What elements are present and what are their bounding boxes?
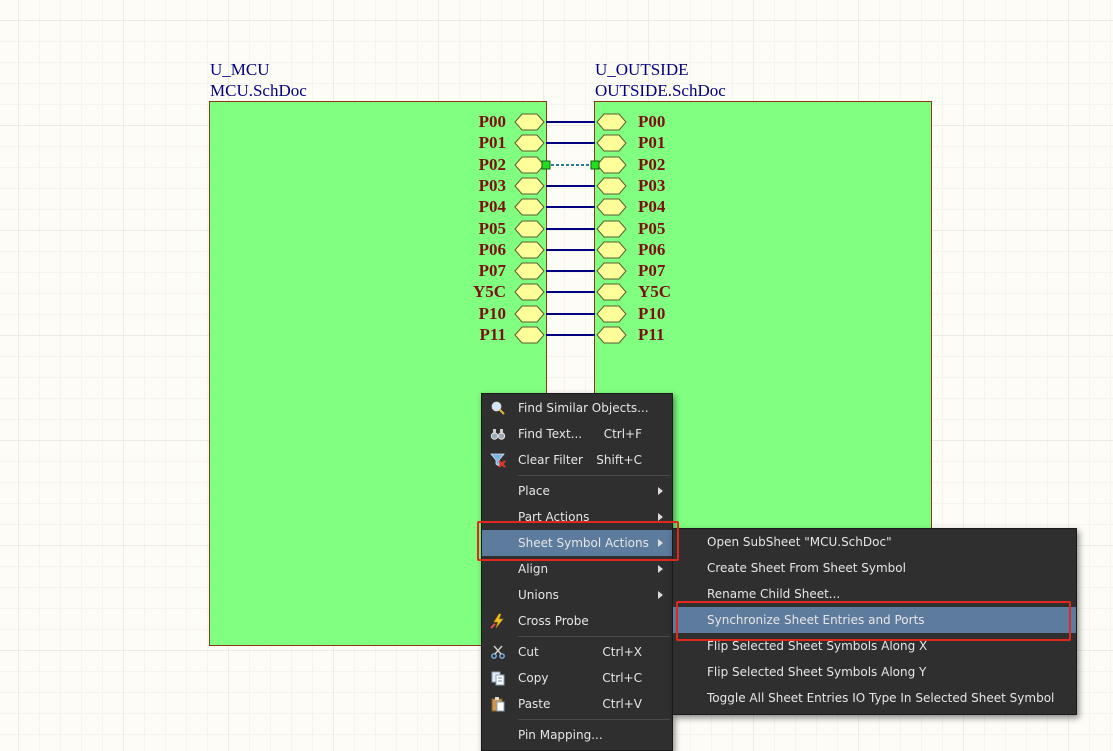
menu-label: Cross Probe	[518, 614, 589, 628]
entry-label-right: Y5C	[638, 282, 672, 301]
entry-label-left: P07	[478, 261, 506, 280]
entry-label-left: P05	[478, 219, 506, 238]
entry-label-right: P02	[638, 155, 666, 174]
entry-label-right: P00	[638, 112, 666, 131]
submenu-arrow-icon	[658, 591, 663, 599]
menu-shortcut: Ctrl+V	[602, 697, 642, 711]
entry-label-left: P11	[479, 325, 506, 344]
menu-label: Create Sheet From Sheet Symbol	[707, 561, 906, 575]
entry-label-left: P10	[478, 304, 506, 323]
menu-label: Place	[518, 484, 550, 498]
menu-shortcut: Shift+C	[596, 453, 642, 467]
highlight-synchronize-entries	[676, 601, 1071, 641]
sheet-entry-right-p00[interactable]	[596, 113, 627, 131]
entry-label-left: P03	[478, 176, 506, 195]
menu-label: Flip Selected Sheet Symbols Along Y	[707, 665, 927, 679]
menu-label: Copy	[518, 671, 549, 685]
entry-label-right: P05	[638, 219, 666, 238]
menu-label: Pin Mapping...	[518, 728, 603, 742]
menu-label: Cut	[518, 645, 539, 659]
menu-item-clear-filter[interactable]: Clear Filter Shift+C	[482, 447, 672, 473]
menu-item-find-similar-objects[interactable]: Find Similar Objects...	[482, 395, 672, 421]
sheet-entry-left-y5c[interactable]	[514, 283, 545, 301]
menu-label: Paste	[518, 697, 551, 711]
sheet-entry-left-p10[interactable]	[514, 305, 545, 323]
clear-filter-icon	[490, 453, 506, 468]
sheet-entry-right-y5c[interactable]	[596, 283, 627, 301]
menu-item-paste[interactable]: Paste Ctrl+V	[482, 691, 672, 717]
menu-item-cut[interactable]: Cut Ctrl+X	[482, 639, 672, 665]
sheet-entry-left-p11[interactable]	[514, 326, 545, 344]
submenu-item-toggle-io-type[interactable]: Toggle All Sheet Entries IO Type In Sele…	[673, 685, 1076, 711]
wire-handle-end[interactable]	[590, 160, 600, 170]
submenu-item-open-subsheet[interactable]: Open SubSheet "MCU.SchDoc"	[673, 529, 1076, 555]
submenu-arrow-icon	[658, 513, 663, 521]
sheet-entry-left-p07[interactable]	[514, 262, 545, 280]
sheet-entry-right-p10[interactable]	[596, 305, 627, 323]
context-menu: Find Similar Objects... Find Text... Ctr…	[481, 393, 673, 751]
sheet-entry-left-p01[interactable]	[514, 134, 545, 152]
sheet-entry-right-p01[interactable]	[596, 134, 627, 152]
submenu-arrow-icon	[658, 565, 663, 573]
sheet-entry-left-p02[interactable]	[514, 156, 545, 174]
sheet-entry-right-p03[interactable]	[596, 177, 627, 195]
sheet-entry-right-p05[interactable]	[596, 220, 627, 238]
paste-icon	[491, 697, 505, 712]
menu-separator	[518, 636, 670, 637]
sheet-entry-right-p06[interactable]	[596, 241, 627, 259]
menu-shortcut: Ctrl+X	[602, 645, 642, 659]
menu-item-copy[interactable]: Copy Ctrl+C	[482, 665, 672, 691]
entry-label-right: P03	[638, 176, 666, 195]
highlight-sheet-symbol-actions	[477, 521, 679, 561]
submenu-item-create-sheet-from-symbol[interactable]: Create Sheet From Sheet Symbol	[673, 555, 1076, 581]
menu-label: Open SubSheet "MCU.SchDoc"	[707, 535, 892, 549]
entry-label-left: P01	[478, 133, 506, 152]
menu-shortcut: Ctrl+F	[603, 427, 642, 441]
menu-label: Clear Filter	[518, 453, 583, 467]
entry-label-right: P10	[638, 304, 666, 323]
menu-item-find-text[interactable]: Find Text... Ctrl+F	[482, 421, 672, 447]
submenu-arrow-icon	[658, 487, 663, 495]
entry-label-left: P02	[478, 155, 506, 174]
entry-label-right: P07	[638, 261, 666, 280]
menu-label: Find Similar Objects...	[518, 401, 649, 415]
sheet-entry-right-p07[interactable]	[596, 262, 627, 280]
sheet-entry-left-p04[interactable]	[514, 198, 545, 216]
menu-item-cross-probe[interactable]: Cross Probe	[482, 608, 672, 634]
sheet-entry-right-p04[interactable]	[596, 198, 627, 216]
menu-label: Find Text...	[518, 427, 583, 441]
copy-icon	[491, 671, 505, 686]
binoculars-icon	[490, 429, 506, 440]
sheet-entry-left-p05[interactable]	[514, 220, 545, 238]
magnifier-icon	[491, 401, 505, 415]
entry-label-left: P00	[478, 112, 506, 131]
wire-handle-start[interactable]	[541, 160, 551, 170]
entry-label-right: P11	[638, 325, 665, 344]
entry-label-left: P04	[478, 197, 506, 216]
entry-label-right: P04	[638, 197, 666, 216]
sheet-entry-right-p02[interactable]	[596, 156, 627, 174]
entry-label-right: P01	[638, 133, 666, 152]
sheet-entry-left-p06[interactable]	[514, 241, 545, 259]
submenu-item-flip-along-y[interactable]: Flip Selected Sheet Symbols Along Y	[673, 659, 1076, 685]
menu-item-place[interactable]: Place	[482, 478, 672, 504]
scissors-icon	[491, 645, 505, 659]
sheet-entry-left-p03[interactable]	[514, 177, 545, 195]
menu-separator	[518, 719, 670, 720]
menu-shortcut: Ctrl+C	[602, 671, 642, 685]
entry-label-right: P06	[638, 240, 666, 259]
sheet-entry-left-p00[interactable]	[514, 113, 545, 131]
menu-separator	[518, 475, 670, 476]
menu-label: Toggle All Sheet Entries IO Type In Sele…	[707, 691, 1055, 705]
sheet-entry-right-p11[interactable]	[596, 326, 627, 344]
menu-label: Unions	[518, 588, 559, 602]
cross-probe-icon	[490, 613, 504, 629]
menu-item-unions[interactable]: Unions	[482, 582, 672, 608]
entry-label-left: P06	[478, 240, 506, 259]
entry-label-left: Y5C	[472, 282, 506, 301]
menu-item-pin-mapping[interactable]: Pin Mapping...	[482, 722, 672, 748]
